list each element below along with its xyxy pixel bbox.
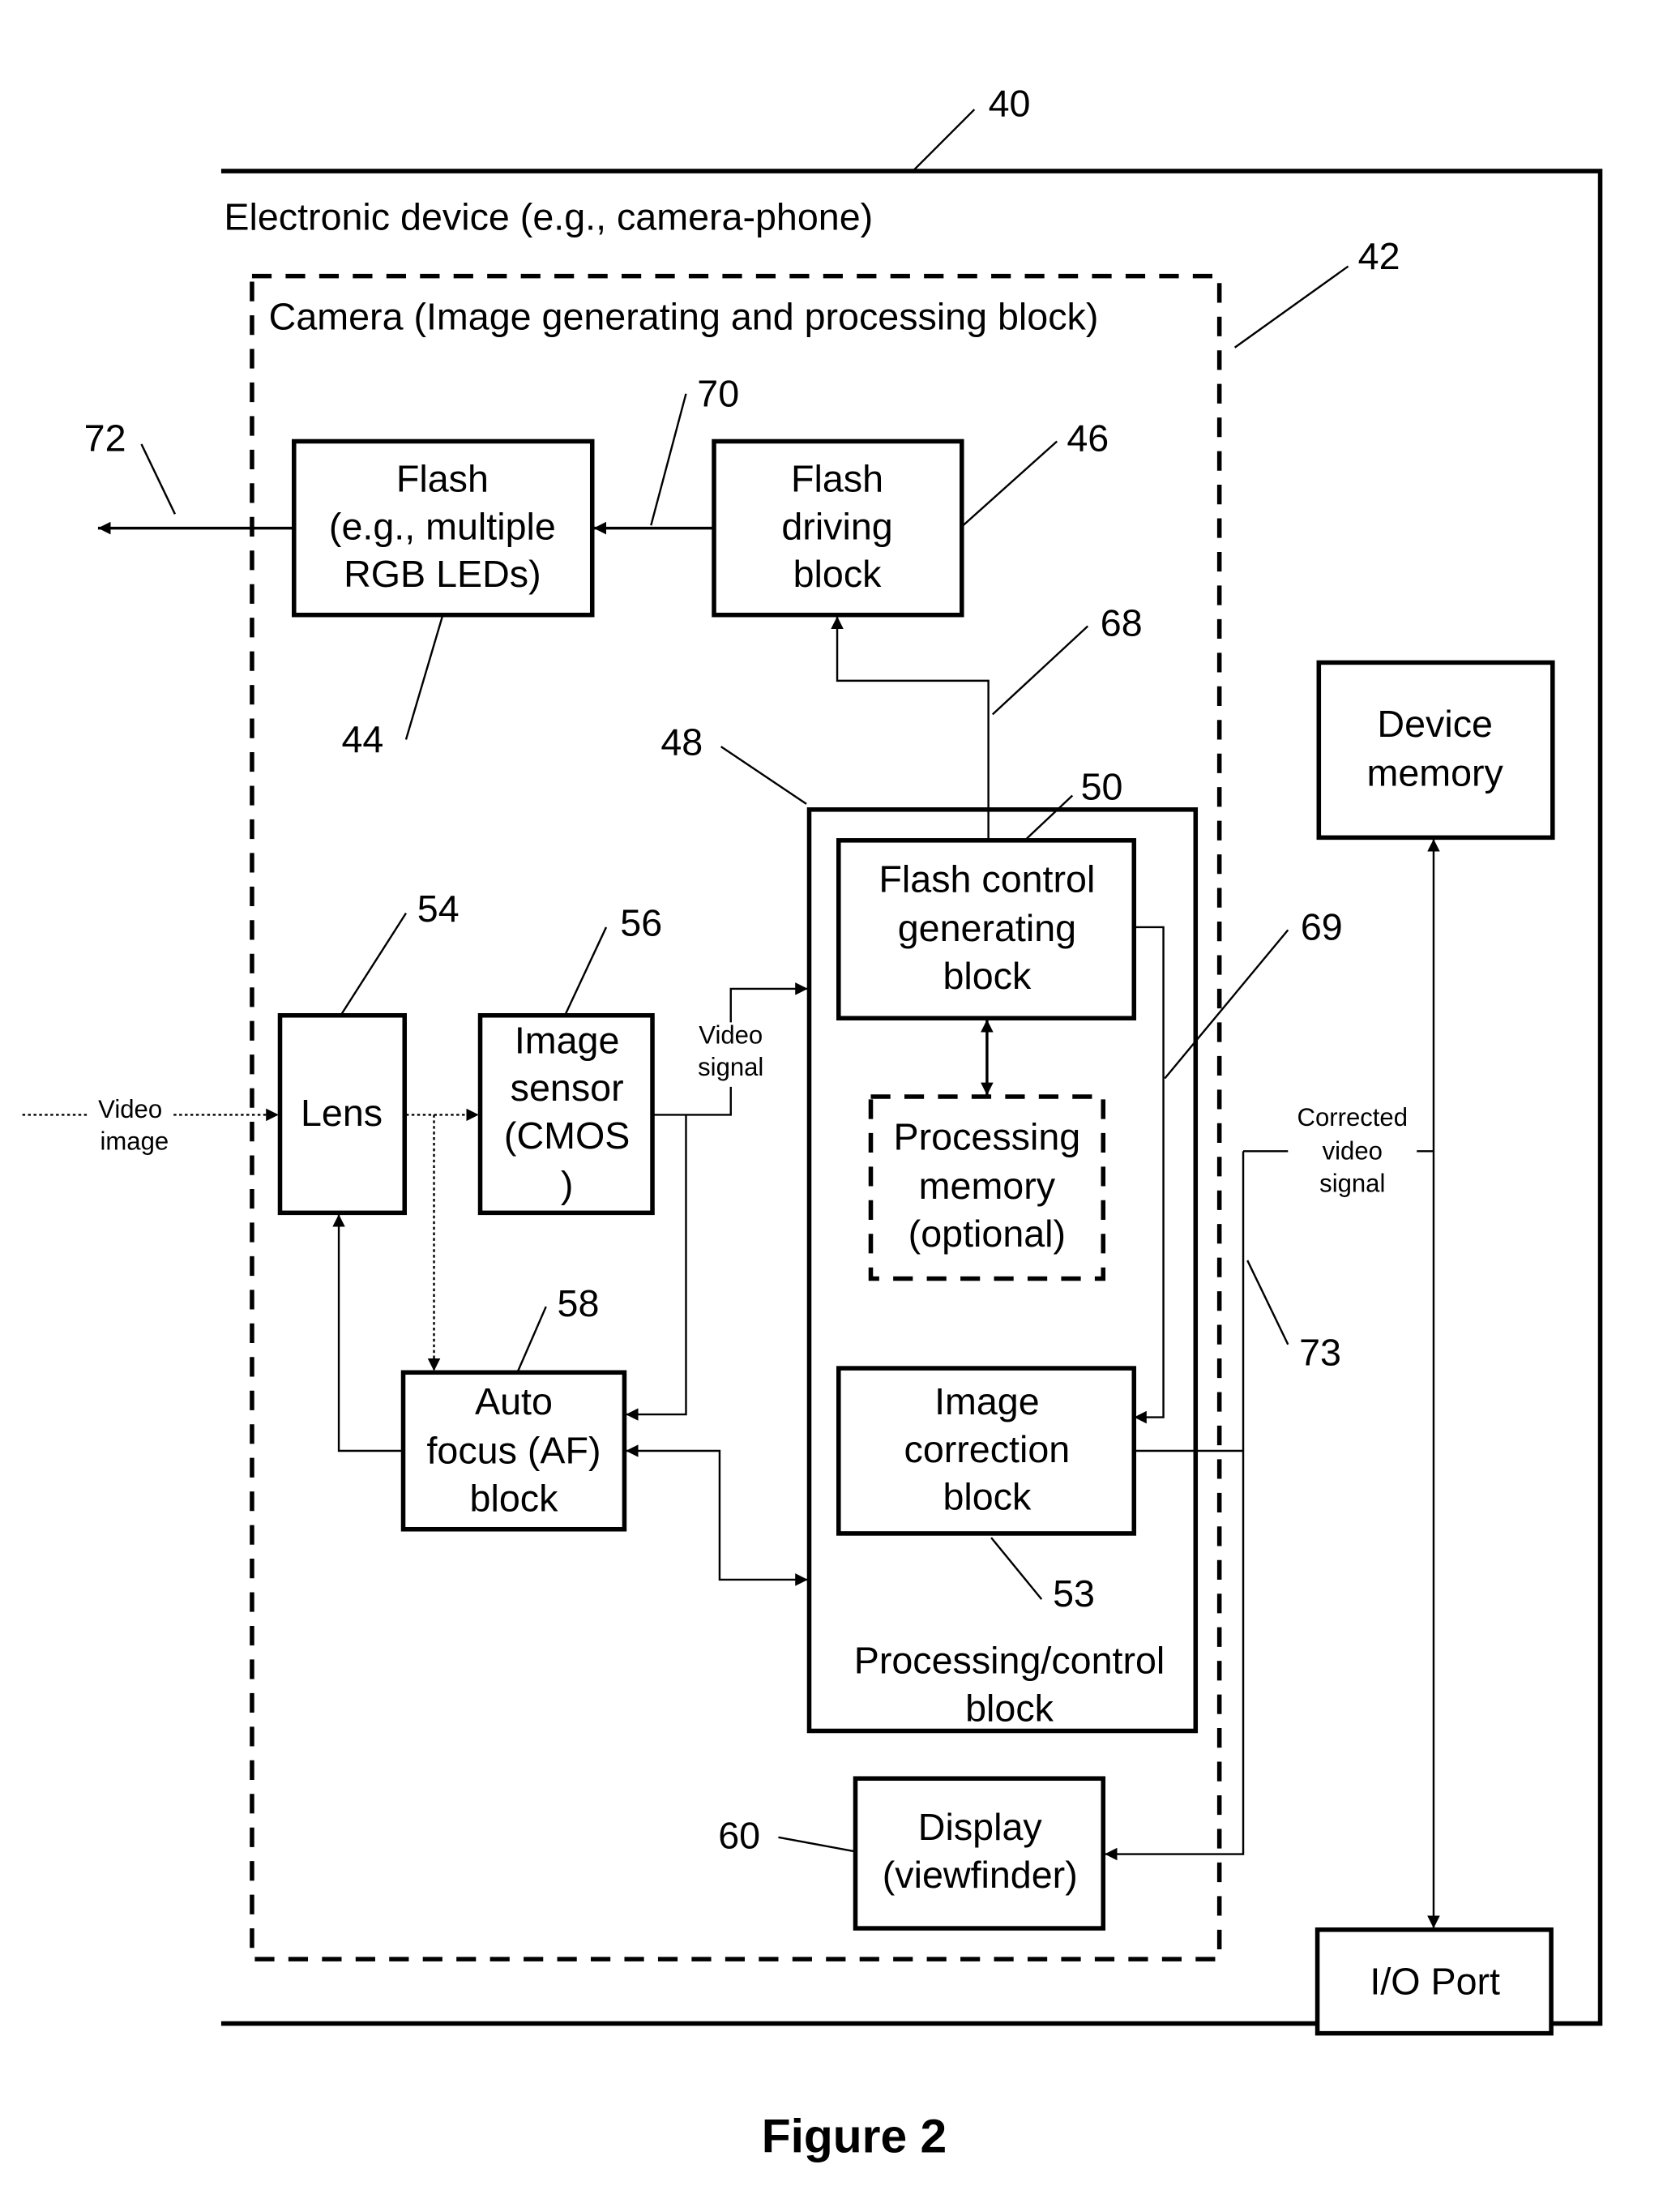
svg-text:(CMOS: (CMOS: [504, 1114, 630, 1157]
ref-56: 56: [620, 901, 662, 943]
lens-block: Lens: [277, 1012, 408, 1216]
svg-text:correction: correction: [904, 1428, 1071, 1470]
svg-text:signal: signal: [698, 1053, 763, 1081]
electronic-device-label: Electronic device (e.g., camera-phone): [224, 196, 873, 238]
flash-control-signal-arrow: [831, 616, 990, 841]
flash-block: Flash (e.g., multiple RGB LEDs): [292, 438, 595, 618]
svg-text:signal: signal: [1319, 1169, 1385, 1197]
svg-text:Processing/control: Processing/control: [854, 1640, 1165, 1682]
reference-numerals: 40 42 72 70 46 44 68 48 50 69 54 56 58 5…: [84, 83, 1400, 1857]
camera-block-label: Camera (Image generating and processing …: [269, 295, 1099, 337]
svg-text:Auto: Auto: [475, 1380, 553, 1422]
ref-60: 60: [718, 1815, 760, 1857]
svg-text:I/O Port: I/O Port: [1370, 1960, 1500, 2002]
svg-text:Lens: Lens: [301, 1092, 383, 1134]
ref-73: 73: [1299, 1332, 1341, 1374]
svg-text:generating: generating: [898, 907, 1076, 949]
corrected-video-signal-label: Corrected: [1297, 1103, 1408, 1131]
svg-text:block: block: [965, 1687, 1054, 1729]
video-signal-arrow-top: [729, 982, 808, 1023]
flash-control-generating-block: Flash control generating block: [836, 838, 1137, 1020]
ref-53: 53: [1053, 1572, 1095, 1615]
ref-54: 54: [417, 888, 460, 930]
ref-70: 70: [697, 372, 739, 414]
svg-text:memory: memory: [1366, 751, 1503, 794]
svg-text:Flash: Flash: [396, 458, 489, 500]
svg-text:memory: memory: [919, 1165, 1056, 1207]
svg-text:Flash: Flash: [791, 458, 883, 500]
image-correction-block: Image correction block: [836, 1366, 1137, 1536]
ref-69: 69: [1301, 905, 1343, 948]
svg-text:focus (AF): focus (AF): [426, 1430, 601, 1472]
svg-text:Processing: Processing: [894, 1116, 1081, 1158]
image-sensor-block: Image sensor (CMOS ): [477, 1012, 655, 1216]
svg-text:Display: Display: [918, 1806, 1043, 1848]
display-block: Display (viewfinder): [853, 1776, 1106, 1931]
svg-text:(optional): (optional): [908, 1213, 1066, 1255]
svg-text:image: image: [100, 1127, 169, 1156]
ref-68: 68: [1101, 602, 1143, 644]
ref-58: 58: [558, 1282, 600, 1324]
ref-72: 72: [84, 417, 126, 460]
svg-text:(e.g., multiple: (e.g., multiple: [329, 505, 556, 547]
connectors: [22, 521, 1440, 1929]
svg-text:block: block: [470, 1477, 559, 1519]
svg-text:Device: Device: [1377, 703, 1493, 745]
svg-text:Image: Image: [515, 1019, 620, 1061]
svg-text:): ): [561, 1163, 574, 1205]
ref-40: 40: [989, 83, 1031, 125]
svg-text:video: video: [1323, 1137, 1383, 1166]
ref-48: 48: [660, 721, 703, 763]
svg-text:block: block: [793, 553, 883, 595]
svg-text:sensor: sensor: [511, 1067, 624, 1109]
video-image-label: Video: [98, 1095, 162, 1123]
ref-46: 46: [1067, 417, 1109, 460]
ref-44: 44: [342, 718, 384, 760]
device-memory-block: Device memory: [1316, 660, 1555, 841]
processing-memory-block: Processing memory (optional): [868, 1094, 1106, 1281]
svg-text:driving: driving: [781, 505, 892, 547]
video-signal-arrow: [652, 1086, 732, 1116]
svg-text:(viewfinder): (viewfinder): [883, 1854, 1078, 1896]
io-port-block: I/O Port: [1315, 1927, 1554, 2036]
svg-text:block: block: [943, 1476, 1032, 1518]
auto-focus-block: Auto focus (AF) block: [400, 1370, 627, 1532]
svg-text:block: block: [943, 955, 1032, 997]
ref-50: 50: [1081, 766, 1123, 808]
ref-42: 42: [1358, 235, 1400, 277]
flash-control-to-correction-arrow: [1134, 926, 1165, 1424]
svg-text:Flash control: Flash control: [878, 858, 1095, 900]
figure-caption: Figure 2: [762, 2110, 947, 2162]
af-processing-bus: [626, 1444, 808, 1586]
patent-diagram: Electronic device (e.g., camera-phone) C…: [22, 83, 1603, 2162]
svg-text:Image: Image: [934, 1380, 1040, 1422]
flash-driving-block: Flash driving block: [712, 438, 964, 618]
af-to-lens-arrow: [332, 1214, 404, 1452]
svg-text:RGB LEDs): RGB LEDs): [344, 553, 541, 595]
video-signal-label: Video: [699, 1020, 763, 1049]
